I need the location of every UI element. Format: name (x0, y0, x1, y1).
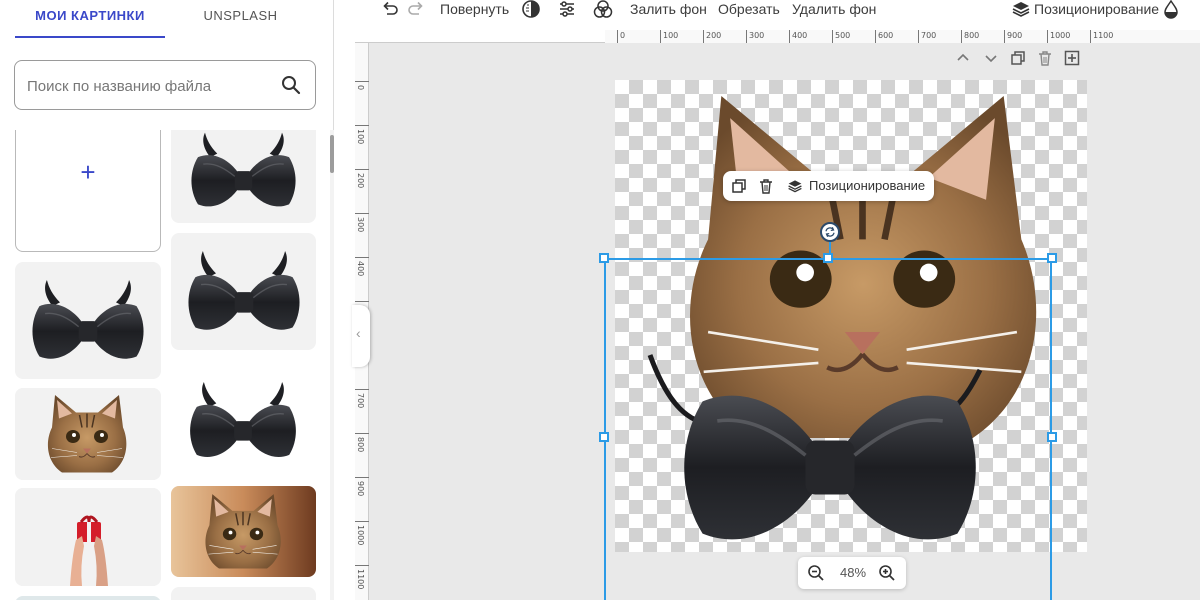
gallery-scrollbar[interactable] (330, 130, 334, 600)
zoom-control: 48% (798, 557, 906, 589)
gallery-thumbnail-bowtie[interactable] (171, 233, 316, 350)
object-context-menu: Позиционирование (723, 171, 934, 201)
ruler-canvas-range: 0 100 200 300 400 500 600 700 800 900 10… (605, 30, 1200, 43)
gallery-thumbnail-bowtie[interactable] (171, 360, 316, 477)
sliders-icon[interactable] (557, 0, 577, 19)
duplicate-icon[interactable] (731, 178, 747, 194)
chevron-up-icon[interactable] (955, 50, 971, 66)
drop-icon[interactable] (1161, 0, 1181, 19)
resize-handle-right[interactable] (1047, 432, 1057, 442)
positioning-button[interactable]: Позиционирование (1034, 0, 1159, 18)
undo-icon[interactable] (380, 0, 400, 19)
rotate-handle-icon[interactable] (820, 222, 840, 242)
ruler-tick: 300 (355, 213, 369, 232)
zoom-in-icon[interactable] (878, 564, 896, 582)
ruler-tick: 900 (355, 477, 369, 496)
ruler-tick: 700 (355, 389, 369, 408)
canvas-workspace[interactable]: 0 100 200 300 400 500 600 700 800 900 10… (355, 30, 1200, 600)
editor-app: МОИ КАРТИНКИ UNSPLASH + (0, 0, 1200, 600)
ruler-tick: 1000 (355, 521, 369, 545)
gallery-thumbnail-bowtie[interactable] (171, 130, 316, 223)
layers-icon[interactable] (1011, 0, 1031, 19)
rotate-button[interactable]: Повернуть (440, 0, 509, 18)
trash-icon[interactable] (758, 178, 774, 194)
horizontal-ruler: 0 100 200 300 400 500 600 700 800 900 10… (355, 30, 1200, 43)
upload-image-tile[interactable]: + (15, 130, 161, 252)
image-library-panel: МОИ КАРТИНКИ UNSPLASH + (0, 0, 334, 600)
gallery-thumbnail-bowtie[interactable] (15, 262, 161, 379)
selection-box[interactable] (604, 258, 1052, 600)
gallery-thumbnail[interactable] (15, 596, 161, 600)
crop-button[interactable]: Обрезать (718, 0, 780, 18)
gallery-thumbnail-cat-photo[interactable] (171, 486, 316, 577)
ruler-tick: 500 (832, 30, 850, 43)
gallery-thumbnail[interactable] (171, 587, 316, 600)
editor-toolbar: Повернуть Залить фон Обрезать Удалить фо… (355, 0, 1200, 30)
resize-handle-top[interactable] (823, 253, 833, 263)
ruler-tick: 0 (617, 30, 625, 43)
tab-unsplash[interactable]: UNSPLASH (168, 0, 313, 38)
tab-my-images[interactable]: МОИ КАРТИНКИ (15, 0, 165, 38)
chevron-left-icon: ‹ (356, 325, 361, 341)
fill-background-button[interactable]: Залить фон (630, 0, 707, 18)
ruler-tick: 600 (875, 30, 893, 43)
contrast-icon[interactable] (521, 0, 541, 19)
ruler-tick: 300 (746, 30, 764, 43)
search-icon[interactable] (281, 75, 301, 95)
redo-icon[interactable] (406, 0, 426, 19)
ruler-tick: 1000 (1047, 30, 1070, 43)
ruler-tick: 200 (355, 169, 369, 188)
ruler-tick: 800 (355, 433, 369, 452)
duplicate-icon[interactable] (1010, 50, 1026, 66)
chevron-down-icon[interactable] (983, 50, 999, 66)
gallery-scrollbar-thumb[interactable] (330, 135, 334, 173)
layers-icon[interactable] (787, 178, 803, 194)
resize-handle-top-right[interactable] (1047, 253, 1057, 263)
ruler-tick: 1100 (1090, 30, 1113, 43)
circles-icon[interactable] (593, 0, 613, 19)
zoom-out-icon[interactable] (807, 564, 825, 582)
gallery-thumbnail-cat[interactable] (15, 388, 161, 480)
image-gallery: + (0, 130, 330, 600)
ruler-tick: 900 (1004, 30, 1022, 43)
resize-handle-left[interactable] (599, 432, 609, 442)
ruler-tick: 800 (961, 30, 979, 43)
ruler-tick: 100 (660, 30, 678, 43)
ruler-tick: 100 (355, 125, 369, 144)
ruler-tick: 0 (355, 81, 369, 90)
ruler-tick: 500 (355, 301, 369, 320)
collapse-panel-handle[interactable]: ‹ (352, 305, 370, 367)
ruler-tick: 1100 (355, 565, 369, 589)
ruler-tick: 200 (703, 30, 721, 43)
remove-background-button[interactable]: Удалить фон (792, 0, 876, 18)
gallery-thumbnail-gift[interactable] (15, 488, 161, 586)
search-input[interactable] (27, 75, 277, 97)
positioning-menu-item[interactable]: Позиционирование (809, 171, 925, 201)
zoom-level: 48% (839, 565, 867, 580)
ruler-tick: 400 (789, 30, 807, 43)
add-layer-icon[interactable] (1064, 50, 1080, 66)
resize-handle-top-left[interactable] (599, 253, 609, 263)
search-field (14, 60, 316, 110)
ruler-tick: 700 (918, 30, 936, 43)
trash-icon[interactable] (1037, 50, 1053, 66)
ruler-tick: 400 (355, 257, 369, 276)
plus-icon: + (80, 157, 96, 187)
